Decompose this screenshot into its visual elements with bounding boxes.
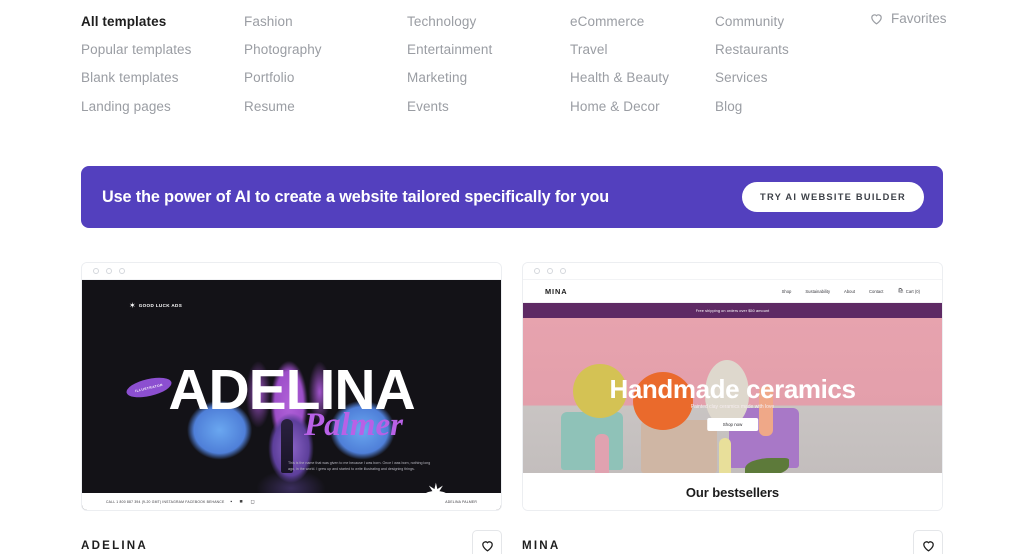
category-health-beauty[interactable]: Health & Beauty [570, 64, 715, 92]
category-community[interactable]: Community [715, 8, 860, 36]
banner-headline: Use the power of AI to create a website … [102, 187, 610, 206]
category-column-1: All templates Popular templates Blank te… [81, 8, 244, 121]
favorites-link[interactable]: Favorites [869, 11, 947, 26]
template-preview-mina[interactable]: MINA Shop Sustainability About Contact 🛍… [522, 262, 943, 511]
category-nav: All templates Popular templates Blank te… [81, 8, 961, 128]
sparkle-icon: ✶ [129, 301, 136, 310]
mina-cart-label: Cart (0) [905, 288, 920, 294]
illustrator-badge-label: ILLUSTRATOR [134, 382, 164, 393]
illustrator-badge: ILLUSTRATOR [124, 374, 174, 401]
window-dot-icon [547, 268, 553, 274]
category-blog[interactable]: Blog [715, 93, 860, 121]
window-dot-icon [560, 268, 566, 274]
browser-chrome-bar [82, 263, 501, 280]
adelina-logo-text: GOOD LUCK ADS [138, 302, 183, 308]
category-travel[interactable]: Travel [570, 36, 715, 64]
category-restaurants[interactable]: Restaurants [715, 36, 860, 64]
facebook-icon: ◻ [250, 499, 255, 505]
category-column-2: Fashion Photography Portfolio Resume [244, 8, 407, 121]
category-resume[interactable]: Resume [244, 93, 407, 121]
category-ecommerce[interactable]: eCommerce [570, 8, 715, 36]
template-card-adelina: ✶ GOOD LUCK ADS ILLUSTRATOR ADELINA Palm… [81, 262, 502, 554]
mina-nav-sustainability: Sustainability [805, 288, 831, 294]
pedestal-teal [561, 412, 623, 470]
adelina-paragraph: This is the name that was given to me be… [288, 461, 431, 471]
favorite-button-mina[interactable] [913, 530, 943, 554]
template-preview-adelina[interactable]: ✶ GOOD LUCK ADS ILLUSTRATOR ADELINA Palm… [81, 262, 502, 511]
mina-site: MINA Shop Sustainability About Contact 🛍… [523, 280, 942, 510]
template-card-footer: ADELINA [81, 530, 502, 554]
template-card-mina: MINA Shop Sustainability About Contact 🛍… [522, 262, 943, 554]
favorites-label: Favorites [891, 11, 947, 26]
category-marketing[interactable]: Marketing [407, 64, 570, 92]
cylinder-yellow [719, 438, 731, 473]
heart-icon [869, 11, 884, 26]
template-name-mina: MINA [522, 538, 561, 552]
mina-announcement-text: Free shipping on orders over $50 amount [695, 308, 770, 313]
mina-nav-shop: Shop [781, 288, 792, 294]
category-technology[interactable]: Technology [407, 8, 570, 36]
category-landing-pages[interactable]: Landing pages [81, 93, 244, 121]
category-portfolio[interactable]: Portfolio [244, 64, 407, 92]
category-home-decor[interactable]: Home & Decor [570, 93, 715, 121]
window-dot-icon [119, 268, 125, 274]
leaf-green [745, 458, 789, 473]
try-ai-website-builder-button[interactable]: TRY AI WEBSITE BUILDER [742, 182, 924, 212]
instagram-icon: ◾ [238, 499, 245, 505]
preview-body: MINA Shop Sustainability About Contact 🛍… [523, 280, 942, 510]
template-name-adelina: ADELINA [81, 538, 148, 552]
twitter-icon: ▪ [230, 499, 233, 505]
mina-cart: 🛍 Cart (0) [897, 288, 920, 294]
mina-bestsellers-section: Our bestsellers [523, 473, 942, 510]
mina-hero-subtitle: Painted clay ceramics made with love [690, 404, 775, 410]
mina-logo: MINA [545, 286, 568, 296]
template-grid: ✶ GOOD LUCK ADS ILLUSTRATOR ADELINA Palm… [81, 262, 943, 554]
category-blank-templates[interactable]: Blank templates [81, 64, 244, 92]
window-dot-icon [106, 268, 112, 274]
favorite-button-adelina[interactable] [472, 530, 502, 554]
heart-outline-icon [921, 538, 936, 553]
mina-announcement-bar: Free shipping on orders over $50 amount [523, 303, 942, 318]
category-events[interactable]: Events [407, 93, 570, 121]
ai-website-builder-banner: Use the power of AI to create a website … [81, 166, 943, 228]
category-popular-templates[interactable]: Popular templates [81, 36, 244, 64]
category-services[interactable]: Services [715, 64, 860, 92]
window-dot-icon [93, 268, 99, 274]
shopping-bag-icon: 🛍 [897, 288, 904, 294]
category-fashion[interactable]: Fashion [244, 8, 407, 36]
category-all-templates[interactable]: All templates [81, 8, 244, 36]
category-column-4: eCommerce Travel Health & Beauty Home & … [570, 8, 715, 121]
adelina-footer-right: ADELINA PALMER [445, 500, 477, 504]
preview-body: ✶ GOOD LUCK ADS ILLUSTRATOR ADELINA Palm… [82, 280, 501, 510]
category-column-3: Technology Entertainment Marketing Event… [407, 8, 570, 121]
mina-navbar: MINA Shop Sustainability About Contact 🛍… [523, 280, 942, 303]
mina-nav-links: Shop Sustainability About Contact 🛍 Cart… [782, 288, 920, 294]
adelina-hero: ✶ GOOD LUCK ADS ILLUSTRATOR ADELINA Palm… [82, 280, 501, 510]
mina-hero: Handmade ceramics Painted clay ceramics … [523, 318, 942, 473]
browser-chrome-bar [523, 263, 942, 280]
cylinder-pink [595, 434, 609, 473]
adelina-footer-left: CALL 1 800 887 394 (9-20 GMT) INSTAGRAM … [106, 500, 225, 504]
mina-bestsellers-title: Our bestsellers [685, 484, 780, 500]
adelina-subtitle: Palmer [304, 407, 403, 443]
mina-hero-title: Handmade ceramics [609, 374, 856, 404]
category-photography[interactable]: Photography [244, 36, 407, 64]
template-card-footer: MINA [522, 530, 943, 554]
window-dot-icon [534, 268, 540, 274]
templates-page: All templates Popular templates Blank te… [0, 0, 1024, 554]
mina-shop-now-button[interactable]: Shop now [706, 418, 759, 431]
adelina-footer: CALL 1 800 887 394 (9-20 GMT) INSTAGRAM … [82, 493, 501, 510]
category-entertainment[interactable]: Entertainment [407, 36, 570, 64]
mina-nav-about: About [844, 288, 855, 294]
mina-nav-contact: Contact [869, 288, 884, 294]
adelina-logo: ✶ GOOD LUCK ADS [129, 301, 183, 310]
heart-outline-icon [480, 538, 495, 553]
category-column-5: Community Restaurants Services Blog [715, 8, 860, 121]
